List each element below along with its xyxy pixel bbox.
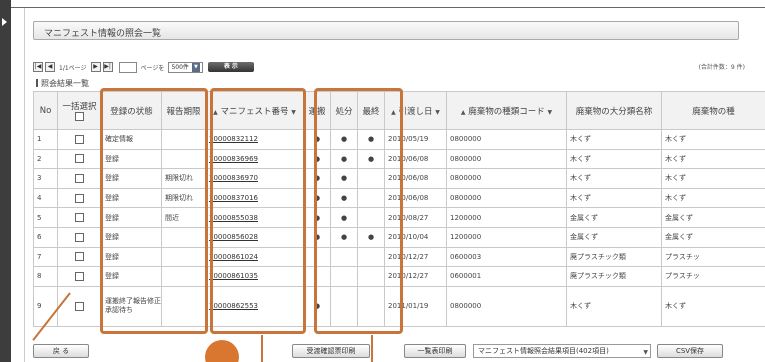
- cell-select: [57, 266, 102, 287]
- page-title: マニフェスト情報の照会一覧: [44, 29, 162, 39]
- chevron-down-icon: ▼: [191, 62, 200, 72]
- bottom-bar: 戻 る 受渡確認票印刷 一覧表印刷 マニフェスト情報照会結果項目(402項目) …: [24, 338, 765, 362]
- manifest-column-highlight: [210, 88, 306, 334]
- cell-waste-major: 木くず: [566, 148, 662, 170]
- cell-waste-code: 0600003: [446, 246, 567, 268]
- cell-select: [57, 148, 102, 170]
- sort-asc-icon[interactable]: ▲: [461, 109, 466, 116]
- cell-waste-code: 0800000: [446, 148, 567, 170]
- total-count: (合計件数：9 件): [698, 64, 745, 71]
- cell-no: 5: [33, 207, 58, 228]
- result-items-value: マニフェスト情報照会結果項目(402項目): [478, 347, 609, 355]
- cell-no: 7: [33, 246, 58, 268]
- cell-waste-code: 1200000: [446, 226, 567, 248]
- row-select-checkbox[interactable]: [75, 173, 84, 183]
- section-heading: 照会結果一覧: [36, 78, 89, 89]
- row-select-checkbox[interactable]: [75, 252, 84, 262]
- col-waste-code-label: 廃棄物の種類コード: [468, 106, 545, 117]
- cell-select: [57, 207, 102, 228]
- cell-waste-major: 廃プラスチック類: [566, 266, 662, 287]
- cell-waste-major: 金属くず: [566, 226, 662, 248]
- page-suffix-label: ページを: [140, 64, 165, 72]
- cell-waste-minor: 金属くず: [661, 226, 765, 248]
- row-select-checkbox[interactable]: [75, 301, 84, 311]
- col-waste-minor: 廃棄物の種: [661, 91, 765, 130]
- cell-select: [57, 285, 102, 327]
- col-waste-code[interactable]: ▲ 廃棄物の種類コード ▼: [446, 91, 567, 130]
- cell-no: 9: [33, 285, 58, 327]
- cell-waste-minor: 金属くず: [661, 207, 765, 228]
- cell-no: 2: [33, 148, 58, 170]
- cell-no: 6: [33, 226, 58, 248]
- status-columns-highlight: [100, 88, 208, 334]
- cell-waste-minor: 木くず: [661, 187, 765, 209]
- col-waste-major: 廃棄物の大分類名称: [566, 91, 662, 130]
- cell-waste-code: 1200000: [446, 207, 567, 228]
- result-items-select[interactable]: マニフェスト情報照会結果項目(402項目) ▼: [473, 344, 651, 358]
- back-button[interactable]: 戻 る: [33, 344, 89, 358]
- cell-waste-code: 0800000: [446, 129, 567, 150]
- cell-waste-minor: 木くず: [661, 129, 765, 150]
- cell-select: [57, 168, 102, 189]
- cell-select: [57, 187, 102, 209]
- cell-select: [57, 129, 102, 150]
- receipt-print-button[interactable]: 受渡確認票印刷: [292, 344, 370, 358]
- page-status: 1/1ページ: [59, 64, 87, 72]
- col-no: No: [33, 91, 58, 130]
- per-page-select[interactable]: 500件 ▼: [168, 61, 203, 73]
- bulk-select-checkbox[interactable]: [75, 111, 84, 121]
- row-select-checkbox[interactable]: [75, 271, 84, 281]
- cell-no: 4: [33, 187, 58, 209]
- csv-save-button[interactable]: CSV保存: [657, 344, 723, 358]
- cell-waste-minor: 木くず: [661, 285, 765, 327]
- col-bulk-select: 一括選択: [57, 91, 102, 130]
- sort-desc-icon[interactable]: ▼: [435, 109, 440, 116]
- heading-bar-icon: [36, 79, 38, 87]
- bulk-select-label: 一括選択: [62, 101, 97, 112]
- chevron-down-icon: ▼: [643, 349, 648, 356]
- cell-select: [57, 246, 102, 268]
- first-page-icon[interactable]: |◀: [33, 62, 43, 72]
- cell-waste-minor: プラスチッ: [661, 266, 765, 287]
- show-button[interactable]: 表 示: [207, 62, 254, 72]
- cell-waste-major: 廃プラスチック類: [566, 246, 662, 268]
- col-handover-label: 引渡し日: [398, 106, 433, 117]
- cell-no: 3: [33, 168, 58, 189]
- pager: |◀ ◀ 1/1ページ ▶ ▶| ページを 500件 ▼ 表 示: [33, 60, 254, 74]
- cell-waste-major: 木くず: [566, 285, 662, 327]
- cell-waste-major: 木くず: [566, 187, 662, 209]
- row-select-checkbox[interactable]: [75, 134, 84, 144]
- row-select-checkbox[interactable]: [75, 232, 84, 242]
- row-select-checkbox[interactable]: [75, 154, 84, 164]
- row-select-checkbox[interactable]: [75, 213, 84, 223]
- last-page-icon[interactable]: ▶|: [102, 62, 113, 72]
- sort-desc-icon[interactable]: ▼: [547, 109, 552, 116]
- section-heading-text: 照会結果一覧: [41, 79, 89, 88]
- per-page-value: 500件: [171, 63, 189, 71]
- expand-arrow-icon[interactable]: [2, 18, 7, 26]
- cell-waste-code: 0600001: [446, 266, 567, 287]
- cell-no: 8: [33, 266, 58, 287]
- cell-waste-minor: 木くず: [661, 148, 765, 170]
- cell-waste-code: 0800000: [446, 285, 567, 327]
- cell-waste-code: 0800000: [446, 168, 567, 189]
- cell-waste-code: 0800000: [446, 187, 567, 209]
- progress-columns-highlight: [314, 88, 403, 334]
- page-number-input[interactable]: [118, 61, 137, 73]
- cell-select: [57, 226, 102, 248]
- cell-waste-major: 木くず: [566, 129, 662, 150]
- row-select-checkbox[interactable]: [75, 193, 84, 203]
- list-print-button[interactable]: 一覧表印刷: [404, 344, 466, 358]
- prev-page-icon[interactable]: ◀: [45, 62, 55, 72]
- page-title-bar: マニフェスト情報の照会一覧: [33, 21, 739, 40]
- cell-waste-major: 金属くず: [566, 207, 662, 228]
- cell-waste-minor: 木くず: [661, 168, 765, 189]
- cell-no: 1: [33, 129, 58, 150]
- left-collapse-strip[interactable]: [0, 0, 11, 362]
- cell-waste-minor: プラスチッ: [661, 246, 765, 268]
- next-page-icon[interactable]: ▶: [90, 62, 101, 72]
- cell-waste-major: 木くず: [566, 168, 662, 189]
